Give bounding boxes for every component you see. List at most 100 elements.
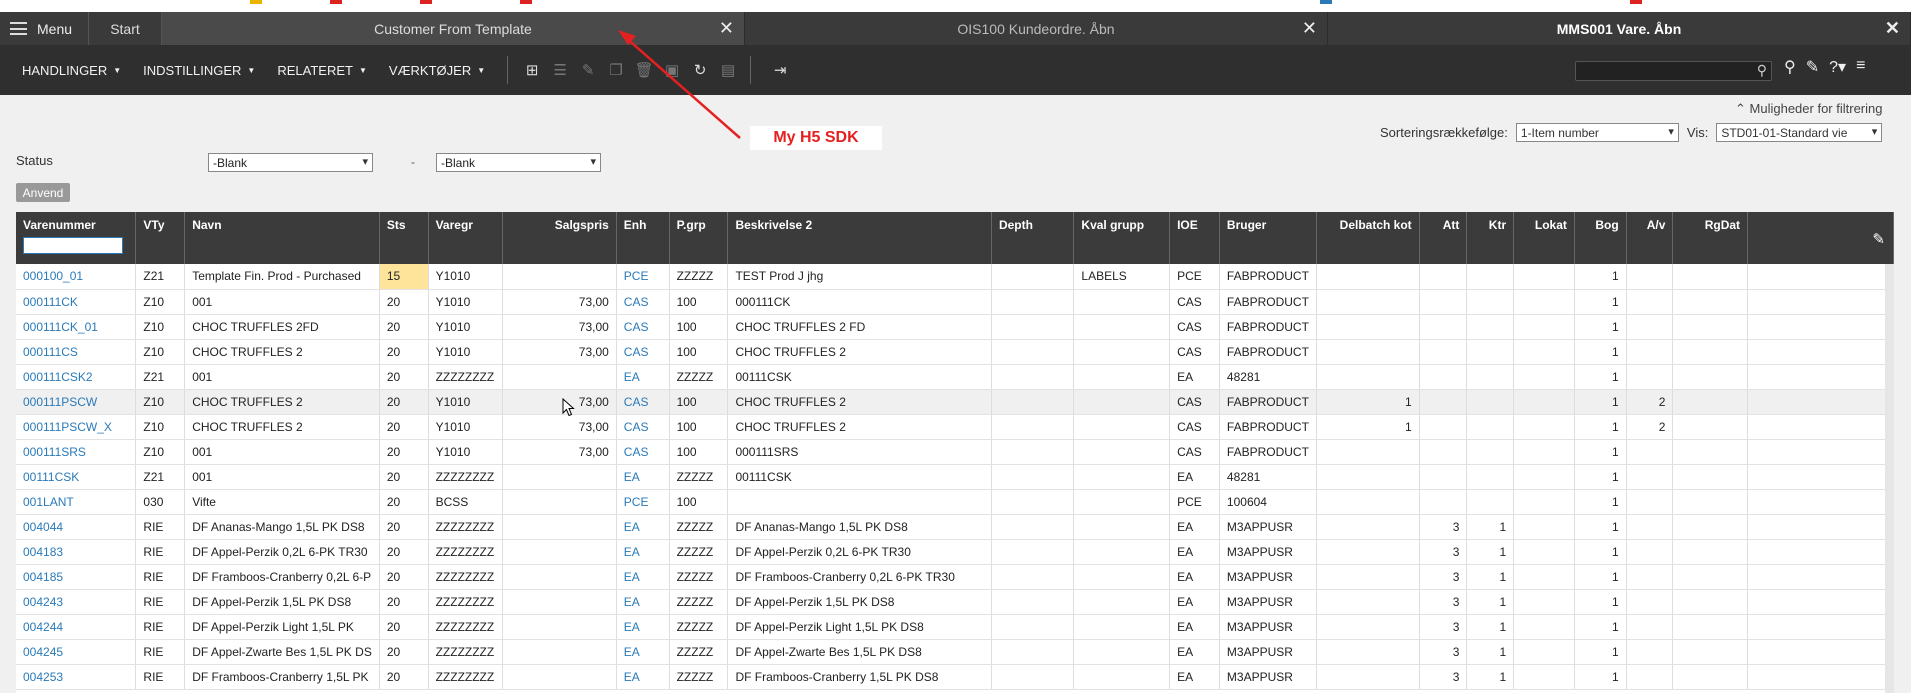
table-cell[interactable]: CAS xyxy=(616,314,670,340)
delete-icon[interactable]: 🗑 xyxy=(635,61,654,79)
status-from-select[interactable]: -Blank xyxy=(208,153,373,172)
column-header[interactable]: Bruger xyxy=(1219,212,1317,264)
table-cell[interactable]: CAS xyxy=(616,289,670,315)
table-cell[interactable]: 000111PSCW_X xyxy=(16,414,137,440)
column-header[interactable]: P.grp xyxy=(669,212,729,264)
column-header[interactable]: Ktr xyxy=(1466,212,1515,264)
table-row[interactable]: 000111PSCW Z10 CHOC TRUFFLES 2 20 Y1010 73,00… xyxy=(16,389,1894,415)
column-header[interactable]: Att xyxy=(1419,212,1468,264)
table-cell[interactable]: EA xyxy=(616,514,670,540)
table-cell[interactable]: 004044 xyxy=(16,514,137,540)
table-cell[interactable]: 000111CK_01 xyxy=(16,314,137,340)
status-to-select[interactable]: -Blank xyxy=(436,153,601,172)
column-header[interactable]: IOE xyxy=(1169,212,1220,264)
table-cell[interactable]: PCE xyxy=(616,489,670,515)
table-row[interactable]: 000111CS Z10 CHOC TRUFFLES 2 20 Y1010 73,00 CA… xyxy=(16,339,1894,365)
table-row[interactable]: 000100_01 Z21 Template Fin. Prod - Purchas… xyxy=(16,264,1894,290)
filter-options-link[interactable]: ⌃ Muligheder for filtrering xyxy=(1735,101,1882,117)
table-cell[interactable]: 00111CSK xyxy=(16,464,137,490)
table-cell[interactable]: EA xyxy=(616,539,670,565)
table-row[interactable]: 004245 RIE DF Appel-Zwarte Bes 1,5L PK DS 2… xyxy=(16,639,1894,665)
tab-start[interactable]: Start xyxy=(88,12,162,45)
search-input[interactable]: ⚲ xyxy=(1575,61,1772,81)
table-cell[interactable]: 000111PSCW xyxy=(16,389,137,415)
table-cell[interactable]: 000100_01 xyxy=(16,264,137,290)
menu-vaerktojer[interactable]: VÆRKTØJER ▼ xyxy=(389,63,485,78)
table-row[interactable]: 000111PSCW_X Z10 CHOC TRUFFLES 2 20 Y1010 73,… xyxy=(16,414,1894,440)
column-header[interactable]: Bog xyxy=(1574,212,1627,264)
column-header[interactable]: Sts xyxy=(379,212,429,264)
column-header[interactable]: Delbatch kot xyxy=(1316,212,1420,264)
table-cell[interactable]: 000111CS xyxy=(16,339,137,365)
table-cell[interactable]: 000111CK xyxy=(16,289,137,315)
help-icon[interactable]: ?▾ xyxy=(1829,57,1846,77)
item-number-filter-input[interactable] xyxy=(23,237,123,254)
table-cell[interactable]: EA xyxy=(616,464,670,490)
column-header[interactable]: VTy xyxy=(135,212,186,264)
column-header[interactable]: Varegr xyxy=(428,212,503,264)
bookmark-search-icon[interactable]: ⚲ xyxy=(1784,57,1796,77)
clipboard-icon[interactable]: ▤ xyxy=(719,61,737,79)
table-cell[interactable]: CAS xyxy=(616,439,670,465)
table-cell[interactable]: PCE xyxy=(616,264,670,290)
table-cell[interactable]: 004183 xyxy=(16,539,137,565)
column-header[interactable]: Varenummer xyxy=(16,212,137,264)
table-cell[interactable]: EA xyxy=(616,639,670,665)
edit-icon[interactable]: ✎ xyxy=(579,61,597,79)
menu-handlinger[interactable]: HANDLINGER ▼ xyxy=(22,63,121,78)
select-list-icon[interactable]: ☰ xyxy=(551,61,569,79)
column-header[interactable]: RgDat xyxy=(1672,212,1749,264)
column-header[interactable]: Kval grupp xyxy=(1073,212,1171,264)
table-row[interactable]: 004243 RIE DF Appel-Perzik 1,5L PK DS8 20 ZZ… xyxy=(16,589,1894,615)
more-menu-icon[interactable]: ≡ xyxy=(1856,57,1865,77)
table-cell[interactable]: CAS xyxy=(616,414,670,440)
table-row[interactable]: 000111SRS Z10 001 20 Y1010 73,00 CAS 100 000111S… xyxy=(16,439,1894,465)
table-row[interactable]: 004244 RIE DF Appel-Perzik Light 1,5L PK 20… xyxy=(16,614,1894,640)
table-row[interactable]: 004253 RIE DF Framboos-Cranberry 1,5L PK 20… xyxy=(16,664,1894,690)
table-cell[interactable]: EA xyxy=(616,589,670,615)
table-cell[interactable]: 004243 xyxy=(16,589,137,615)
table-row[interactable]: 001LANT 030 Vifte 20 BCSS PCE 100 PCE 100604 1 xyxy=(16,489,1894,515)
table-cell[interactable]: 000111SRS xyxy=(16,439,137,465)
table-cell[interactable]: 004244 xyxy=(16,614,137,640)
column-header[interactable]: Lokat xyxy=(1513,212,1575,264)
column-header[interactable]: Beskrivelse 2 xyxy=(727,212,992,264)
table-cell[interactable]: CAS xyxy=(616,339,670,365)
sort-select[interactable]: 1-Item number xyxy=(1515,123,1679,142)
column-header[interactable]: Salgspris xyxy=(502,212,617,264)
edit-columns-icon[interactable]: ✎ xyxy=(1872,230,1885,248)
table-cell[interactable]: 004253 xyxy=(16,664,137,690)
add-icon[interactable]: ⊞ xyxy=(523,61,541,79)
apply-button[interactable]: Anvend xyxy=(16,183,70,202)
vertical-scrollbar[interactable] xyxy=(1885,264,1894,693)
table-row[interactable]: 000111CSK2 Z21 001 20 ZZZZZZZZ EA ZZZZZ 00111CS… xyxy=(16,364,1894,390)
menu-indstillinger[interactable]: INDSTILLINGER ▼ xyxy=(143,63,255,78)
table-cell[interactable]: 000111CSK2 xyxy=(16,364,137,390)
tab-ois100[interactable]: OIS100 Kundeordre. Åbn ✕ xyxy=(745,12,1328,45)
table-cell[interactable]: EA xyxy=(616,614,670,640)
table-cell[interactable]: 004185 xyxy=(16,564,137,590)
tab-mms001[interactable]: MMS001 Vare. Åbn ✕ xyxy=(1328,12,1911,45)
close-icon[interactable]: ✕ xyxy=(719,18,734,39)
table-row[interactable]: 000111CK Z10 001 20 Y1010 73,00 CAS 100 000111CK… xyxy=(16,289,1894,315)
column-header[interactable]: A/v xyxy=(1626,212,1674,264)
table-cell[interactable]: 004245 xyxy=(16,639,137,665)
table-cell[interactable]: EA xyxy=(616,564,670,590)
column-header[interactable]: Enh xyxy=(616,212,670,264)
refresh-icon[interactable]: ↻ xyxy=(691,61,709,79)
table-row[interactable]: 004185 RIE DF Framboos-Cranberry 0,2L 6-P 2… xyxy=(16,564,1894,590)
table-row[interactable]: 000111CK_01 Z10 CHOC TRUFFLES 2FD 20 Y1010 73… xyxy=(16,314,1894,340)
copy-icon[interactable]: ❐ xyxy=(607,61,625,79)
tab-customer-from-template[interactable]: Customer From Template ✕ xyxy=(162,12,745,45)
table-row[interactable]: 00111CSK Z21 001 20 ZZZZZZZZ EA ZZZZZ 00111CSK E… xyxy=(16,464,1894,490)
close-icon[interactable]: ✕ xyxy=(1302,18,1317,39)
export-icon[interactable]: ⇥ xyxy=(766,61,794,79)
edit-note-icon[interactable]: ✎ xyxy=(1806,57,1819,77)
menu-relateret[interactable]: RELATERET ▼ xyxy=(277,63,367,78)
view-select[interactable]: STD01-01-Standard vie xyxy=(1716,123,1883,142)
table-cell[interactable]: EA xyxy=(616,664,670,690)
table-cell[interactable]: CAS xyxy=(616,389,670,415)
table-cell[interactable]: EA xyxy=(616,364,670,390)
column-header[interactable]: Depth xyxy=(991,212,1075,264)
table-row[interactable]: 004044 RIE DF Ananas-Mango 1,5L PK DS8 20 ZZ… xyxy=(16,514,1894,540)
